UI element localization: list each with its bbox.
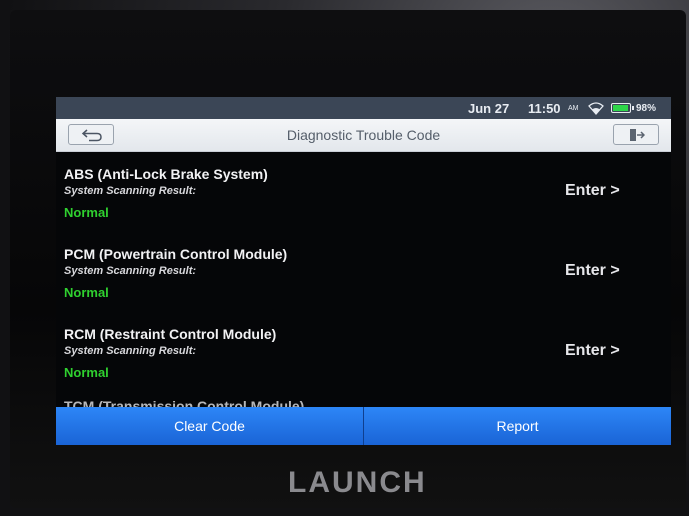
brand-logo: LAUNCH: [288, 466, 427, 499]
enter-button-abs[interactable]: Enter >: [565, 182, 620, 200]
exit-button[interactable]: [613, 124, 659, 145]
scan-status: Normal: [64, 365, 109, 380]
status-ampm: AM: [568, 105, 579, 112]
battery-icon: [611, 103, 634, 113]
module-item-tcm[interactable]: TCM (Transmission Control Module): [56, 392, 671, 407]
device-body: Jun 27 11:50 AM 98% Diagnostic Trouble C…: [0, 0, 689, 516]
page-title: Diagnostic Trouble Code: [286, 127, 441, 143]
module-item-abs[interactable]: ABS (Anti-Lock Brake System) System Scan…: [56, 152, 671, 232]
scan-result-label: System Scanning Result:: [64, 345, 197, 357]
exit-icon: [630, 129, 645, 141]
wifi-icon: [588, 102, 604, 115]
scan-status: Normal: [64, 285, 109, 300]
enter-button-pcm[interactable]: Enter >: [565, 262, 620, 280]
module-list: ABS (Anti-Lock Brake System) System Scan…: [56, 152, 671, 407]
bottom-bar: Clear Code Report: [56, 407, 671, 445]
module-name: PCM (Powertrain Control Module): [64, 246, 288, 262]
scan-status: Normal: [64, 205, 109, 220]
screen: Jun 27 11:50 AM 98% Diagnostic Trouble C…: [56, 97, 671, 445]
enter-button-rcm[interactable]: Enter >: [565, 342, 620, 360]
scan-result-label: System Scanning Result:: [64, 265, 197, 277]
status-time: 11:50: [528, 101, 561, 116]
module-name: RCM (Restraint Control Module): [64, 326, 277, 342]
status-bar: Jun 27 11:50 AM 98%: [56, 97, 671, 119]
module-name: ABS (Anti-Lock Brake System): [64, 166, 268, 182]
title-bar: Diagnostic Trouble Code: [56, 119, 671, 152]
status-date: Jun 27: [468, 101, 510, 116]
battery-percent: 98%: [636, 103, 657, 114]
module-item-rcm[interactable]: RCM (Restraint Control Module) System Sc…: [56, 312, 671, 392]
module-name: TCM (Transmission Control Module): [64, 398, 305, 407]
module-item-pcm[interactable]: PCM (Powertrain Control Module) System S…: [56, 232, 671, 312]
clear-code-button[interactable]: Clear Code: [56, 407, 364, 445]
scan-result-label: System Scanning Result:: [64, 185, 197, 197]
report-button[interactable]: Report: [364, 407, 671, 445]
